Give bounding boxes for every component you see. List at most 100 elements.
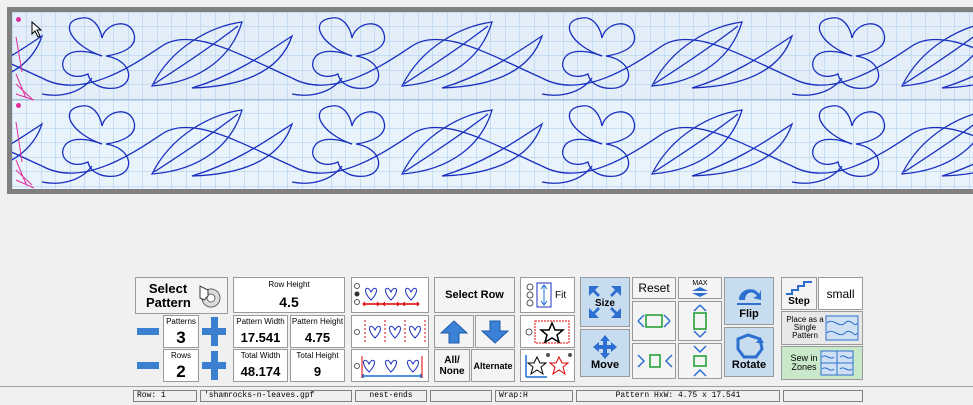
reset-label: Reset bbox=[638, 281, 670, 295]
select-pattern-label: Select Pattern bbox=[146, 280, 191, 310]
compress-vertical-icon bbox=[693, 345, 707, 377]
stretched-hearts-icon bbox=[354, 355, 423, 378]
single-pattern-icon bbox=[825, 315, 859, 341]
resize-arrows-icon: Size bbox=[589, 286, 621, 318]
rows-label: Rows bbox=[170, 351, 191, 360]
shrink-horizontal-icon bbox=[637, 314, 671, 328]
design-canvas[interactable] bbox=[12, 12, 973, 189]
fit-arrows-icon bbox=[536, 282, 552, 308]
status-mode: nest-ends bbox=[355, 390, 427, 402]
staircase-icon bbox=[786, 281, 812, 295]
status-extra bbox=[783, 390, 863, 402]
alternate-button[interactable]: Alternate bbox=[471, 349, 515, 382]
fit-label: Fit bbox=[555, 289, 567, 301]
total-width-label: Total Width bbox=[240, 351, 281, 360]
select-row-button[interactable]: Select Row bbox=[434, 277, 515, 313]
design-canvas-frame bbox=[7, 7, 973, 194]
patterns-label: Patterns bbox=[166, 317, 196, 326]
expand-horizontal-icon bbox=[637, 354, 673, 368]
total-height-label: Total Height bbox=[296, 351, 339, 360]
step-size-field[interactable]: small bbox=[818, 277, 863, 310]
flip-button[interactable]: Flip bbox=[724, 277, 774, 325]
star-align-button[interactable] bbox=[520, 349, 575, 382]
step-label: Step bbox=[788, 296, 810, 307]
status-bar: Row: 1 'shamrocks-n-leaves.gpf nest-ends… bbox=[0, 386, 973, 405]
select-row-label: Select Row bbox=[445, 289, 504, 301]
max-label: MAX bbox=[692, 279, 708, 287]
row-height-label: Row Height bbox=[268, 280, 310, 289]
aligned-hearts-icon bbox=[354, 319, 426, 344]
patterns-plus-button[interactable] bbox=[202, 317, 226, 346]
grow-height-button[interactable] bbox=[678, 301, 722, 341]
mouse-cursor-icon bbox=[31, 20, 43, 38]
row-down-button[interactable] bbox=[475, 315, 515, 348]
rows-value: 2 bbox=[176, 362, 186, 381]
pattern-width-value: 17.541 bbox=[240, 330, 281, 345]
max-arrows-icon bbox=[692, 286, 708, 297]
row-height-value: 4.5 bbox=[279, 294, 299, 310]
sew-zones-label: Sew in Zones bbox=[790, 353, 818, 372]
patterns-field: Patterns 3 bbox=[163, 315, 199, 348]
rows-field: Rows 2 bbox=[163, 349, 199, 382]
pattern-height-label: Pattern Height bbox=[291, 317, 344, 326]
flip-label: Flip bbox=[739, 308, 759, 320]
status-blank bbox=[430, 390, 492, 402]
max-button[interactable]: MAX bbox=[678, 277, 722, 299]
star-fit-button[interactable] bbox=[520, 315, 575, 348]
rotate-button[interactable]: Rotate bbox=[724, 327, 774, 377]
size-button[interactable]: Size bbox=[580, 277, 630, 327]
star-outline-icon bbox=[525, 320, 569, 344]
row-up-button[interactable] bbox=[434, 315, 474, 348]
alternate-label: Alternate bbox=[473, 360, 513, 371]
row-height-field[interactable]: Row Height 4.5 bbox=[233, 277, 345, 313]
total-width-field[interactable]: Total Width 48.174 bbox=[233, 349, 288, 382]
shrink-height-button[interactable] bbox=[678, 343, 722, 379]
size-label: Size bbox=[595, 298, 615, 309]
rotate-icon bbox=[736, 333, 764, 359]
rows-stepper: Rows 2 bbox=[135, 349, 228, 382]
shrink-width-button[interactable] bbox=[632, 301, 676, 341]
rows-plus-button[interactable] bbox=[202, 351, 226, 380]
rows-minus-button[interactable] bbox=[137, 362, 159, 369]
layout-option-2-button[interactable] bbox=[351, 315, 429, 348]
status-file: 'shamrocks-n-leaves.gpf bbox=[200, 390, 352, 402]
step-button[interactable]: Step bbox=[781, 277, 817, 310]
fit-radio-icon bbox=[526, 283, 534, 307]
spaced-hearts-icon bbox=[354, 283, 420, 307]
place-single-label: Place as a Single Pattern bbox=[786, 315, 824, 340]
reset-button[interactable]: Reset bbox=[632, 277, 676, 299]
arrow-down-icon bbox=[480, 320, 510, 344]
patterns-value: 3 bbox=[176, 328, 186, 347]
patterns-stepper: Patterns 3 bbox=[135, 315, 228, 348]
total-height-value: 9 bbox=[313, 364, 322, 379]
move-arrows-icon bbox=[593, 335, 617, 359]
status-pattern-size: Pattern HxW: 4.75 x 17.541 bbox=[576, 390, 780, 402]
pattern-height-value: 4.75 bbox=[304, 330, 331, 345]
fit-button[interactable]: Fit bbox=[520, 277, 575, 313]
step-size-value: small bbox=[826, 286, 855, 301]
total-width-value: 48.174 bbox=[240, 364, 281, 379]
pattern-height-field[interactable]: Pattern Height 4.75 bbox=[290, 315, 345, 348]
flip-icon bbox=[737, 289, 761, 305]
pattern-width-field[interactable]: Pattern Width 17.541 bbox=[233, 315, 288, 348]
layout-option-3-button[interactable] bbox=[351, 349, 429, 382]
move-button[interactable]: Move bbox=[580, 329, 630, 377]
status-wrap: Wrap:H bbox=[495, 390, 573, 402]
arrow-up-icon bbox=[439, 319, 469, 343]
rotate-label: Rotate bbox=[731, 359, 767, 371]
sew-in-zones-button[interactable]: Sew in Zones bbox=[781, 346, 863, 380]
total-height-field[interactable]: Total Height 9 bbox=[290, 349, 345, 382]
hand-pointer-icon bbox=[199, 284, 221, 307]
patterns-minus-button[interactable] bbox=[137, 328, 159, 335]
place-single-pattern-button[interactable]: Place as a Single Pattern bbox=[781, 311, 863, 345]
all-none-label: All/ None bbox=[439, 354, 465, 377]
all-none-button[interactable]: All/ None bbox=[434, 349, 470, 382]
stars-arrows-icon bbox=[524, 352, 572, 378]
stretch-vertical-icon bbox=[693, 304, 707, 338]
select-pattern-button[interactable]: Select Pattern bbox=[135, 277, 228, 314]
expand-width-button[interactable] bbox=[632, 343, 676, 379]
layout-option-1-button[interactable] bbox=[351, 277, 429, 313]
status-row: Row: 1 bbox=[133, 390, 197, 402]
quilt-pattern bbox=[12, 17, 973, 184]
pattern-width-label: Pattern Width bbox=[236, 317, 285, 326]
